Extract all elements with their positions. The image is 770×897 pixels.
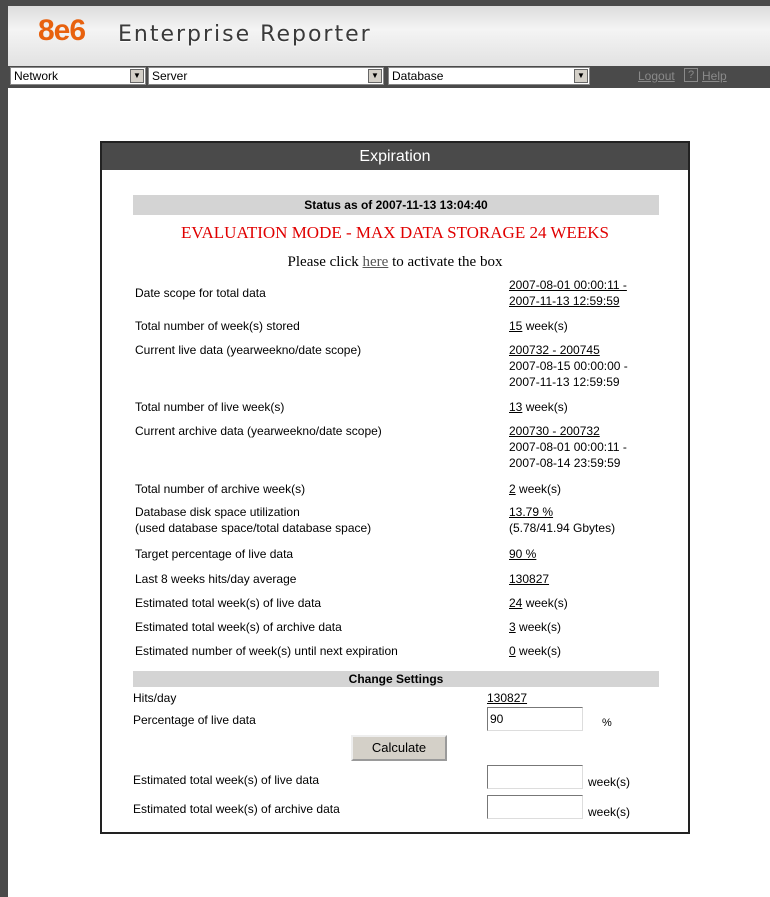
panel-title: Expiration bbox=[102, 143, 688, 170]
archive-data-end: 2007-08-14 23:59:59 bbox=[509, 456, 621, 470]
unit-text: week(s) bbox=[515, 620, 562, 634]
target-percentage-link[interactable]: 90 % bbox=[509, 547, 536, 561]
product-name: Enterprise Reporter bbox=[118, 22, 372, 47]
disk-utilization-sublabel: (used database space/total database spac… bbox=[135, 521, 372, 535]
live-data-link[interactable]: 200732 - 200745 bbox=[509, 342, 628, 358]
row-value: 130827 bbox=[509, 571, 549, 587]
row-label: Estimated total week(s) of live data bbox=[135, 596, 322, 610]
archive-weeks-link[interactable]: 2 bbox=[509, 482, 516, 496]
row-label: Total number of week(s) stored bbox=[135, 319, 300, 333]
activate-text-post: to activate the box bbox=[388, 254, 503, 270]
hits-average-link[interactable]: 130827 bbox=[509, 572, 549, 586]
est-archive-weeks-link[interactable]: 3 bbox=[509, 620, 516, 634]
archive-data-start: 2007-08-01 00:00:11 - bbox=[509, 440, 627, 454]
logout-link[interactable]: Logout bbox=[638, 69, 675, 83]
est-archive-input[interactable] bbox=[487, 795, 583, 819]
unit-text: week(s) bbox=[515, 644, 562, 658]
unit-text: week(s) bbox=[522, 400, 568, 414]
row-value: 0 week(s) bbox=[509, 643, 561, 659]
unit-text: week(s) bbox=[522, 319, 568, 333]
row-label: Current archive data (yearweekno/date sc… bbox=[135, 424, 382, 438]
left-border bbox=[0, 0, 8, 897]
hits-day-label: Hits/day bbox=[133, 691, 177, 705]
activate-message: Please click here to activate the box bbox=[102, 254, 688, 271]
row-value: 3 week(s) bbox=[509, 619, 561, 635]
row-label: Estimated total week(s) of archive data bbox=[135, 620, 342, 634]
live-data-end: 2007-11-13 12:59:59 bbox=[509, 375, 620, 389]
row-value: 15 week(s) bbox=[509, 318, 568, 334]
calculate-button[interactable]: Calculate bbox=[351, 735, 447, 761]
disk-utilization-link[interactable]: 13.79 % bbox=[509, 504, 615, 520]
date-scope-start[interactable]: 2007-08-01 00:00:11 - bbox=[509, 277, 627, 293]
row-value: 13.79 % (5.78/41.94 Gbytes) bbox=[509, 504, 615, 536]
network-select-label: Network bbox=[14, 69, 59, 83]
app-header: 8e6 Enterprise Reporter bbox=[8, 0, 770, 66]
row-label: Date scope for total data bbox=[135, 286, 266, 300]
percentage-label: Percentage of live data bbox=[133, 713, 256, 727]
server-select-label: Server bbox=[152, 69, 188, 83]
row-value: 13 week(s) bbox=[509, 399, 568, 415]
row-label: Current live data (yearweekno/date scope… bbox=[135, 343, 362, 357]
activate-link[interactable]: here bbox=[363, 254, 389, 270]
weeks-stored-link[interactable]: 15 bbox=[509, 319, 522, 333]
live-data-start: 2007-08-15 00:00:00 - bbox=[509, 359, 628, 373]
row-label: Last 8 weeks hits/day average bbox=[135, 572, 297, 586]
row-label: Database disk space utilization (used da… bbox=[135, 504, 371, 536]
archive-data-link[interactable]: 200730 - 200732 bbox=[509, 423, 627, 439]
row-value: 2 week(s) bbox=[509, 481, 561, 497]
date-scope-end[interactable]: 2007-11-13 12:59:59 bbox=[509, 293, 627, 309]
help-icon[interactable]: ? bbox=[684, 68, 698, 82]
evaluation-mode-notice: EVALUATION MODE - MAX DATA STORAGE 24 WE… bbox=[181, 223, 609, 242]
percent-unit: % bbox=[602, 717, 612, 729]
chevron-down-icon: ▼ bbox=[130, 69, 144, 83]
est-live-input[interactable] bbox=[487, 765, 583, 789]
nav-bar: Network ▼ Server ▼ Database ▼ Logout ? H… bbox=[8, 66, 770, 88]
live-unit: week(s) bbox=[588, 775, 631, 789]
activate-text-pre: Please click bbox=[287, 254, 363, 270]
est-live-label: Estimated total week(s) of live data bbox=[133, 773, 320, 787]
next-expiration-link[interactable]: 0 bbox=[509, 644, 516, 658]
network-select[interactable]: Network ▼ bbox=[10, 67, 146, 85]
est-archive-label: Estimated total week(s) of archive data bbox=[133, 802, 340, 816]
help-link[interactable]: Help bbox=[702, 69, 727, 83]
row-value: 200732 - 200745 2007-08-15 00:00:00 - 20… bbox=[509, 342, 628, 390]
row-value[interactable]: 2007-08-01 00:00:11 - 2007-11-13 12:59:5… bbox=[509, 277, 627, 309]
row-label: Total number of archive week(s) bbox=[135, 482, 306, 496]
est-live-weeks-link[interactable]: 24 bbox=[509, 596, 522, 610]
status-header: Status as of 2007-11-13 13:04:40 bbox=[133, 195, 659, 215]
brand-logo: 8e6 bbox=[38, 14, 86, 47]
database-select[interactable]: Database ▼ bbox=[388, 67, 590, 85]
row-value: 90 % bbox=[509, 546, 536, 562]
hits-day-value[interactable]: 130827 bbox=[487, 690, 527, 706]
archive-unit: week(s) bbox=[588, 805, 631, 819]
row-value: 24 week(s) bbox=[509, 595, 568, 611]
database-select-label: Database bbox=[392, 69, 444, 83]
row-label: Estimated number of week(s) until next e… bbox=[135, 644, 398, 658]
percentage-input[interactable] bbox=[487, 707, 583, 731]
expiration-panel: Expiration Status as of 2007-11-13 13:04… bbox=[100, 141, 690, 834]
unit-text: week(s) bbox=[522, 596, 568, 610]
row-label: Target percentage of live data bbox=[135, 547, 294, 561]
row-label: Total number of live week(s) bbox=[135, 400, 285, 414]
live-weeks-link[interactable]: 13 bbox=[509, 400, 522, 414]
disk-utilization-label: Database disk space utilization bbox=[135, 505, 300, 519]
row-value: 200730 - 200732 2007-08-01 00:00:11 - 20… bbox=[509, 423, 627, 471]
server-select[interactable]: Server ▼ bbox=[148, 67, 384, 85]
chevron-down-icon: ▼ bbox=[574, 69, 588, 83]
unit-text: week(s) bbox=[515, 482, 562, 496]
disk-utilization-detail: (5.78/41.94 Gbytes) bbox=[509, 521, 616, 535]
change-settings-header: Change Settings bbox=[133, 671, 659, 687]
chevron-down-icon: ▼ bbox=[368, 69, 382, 83]
